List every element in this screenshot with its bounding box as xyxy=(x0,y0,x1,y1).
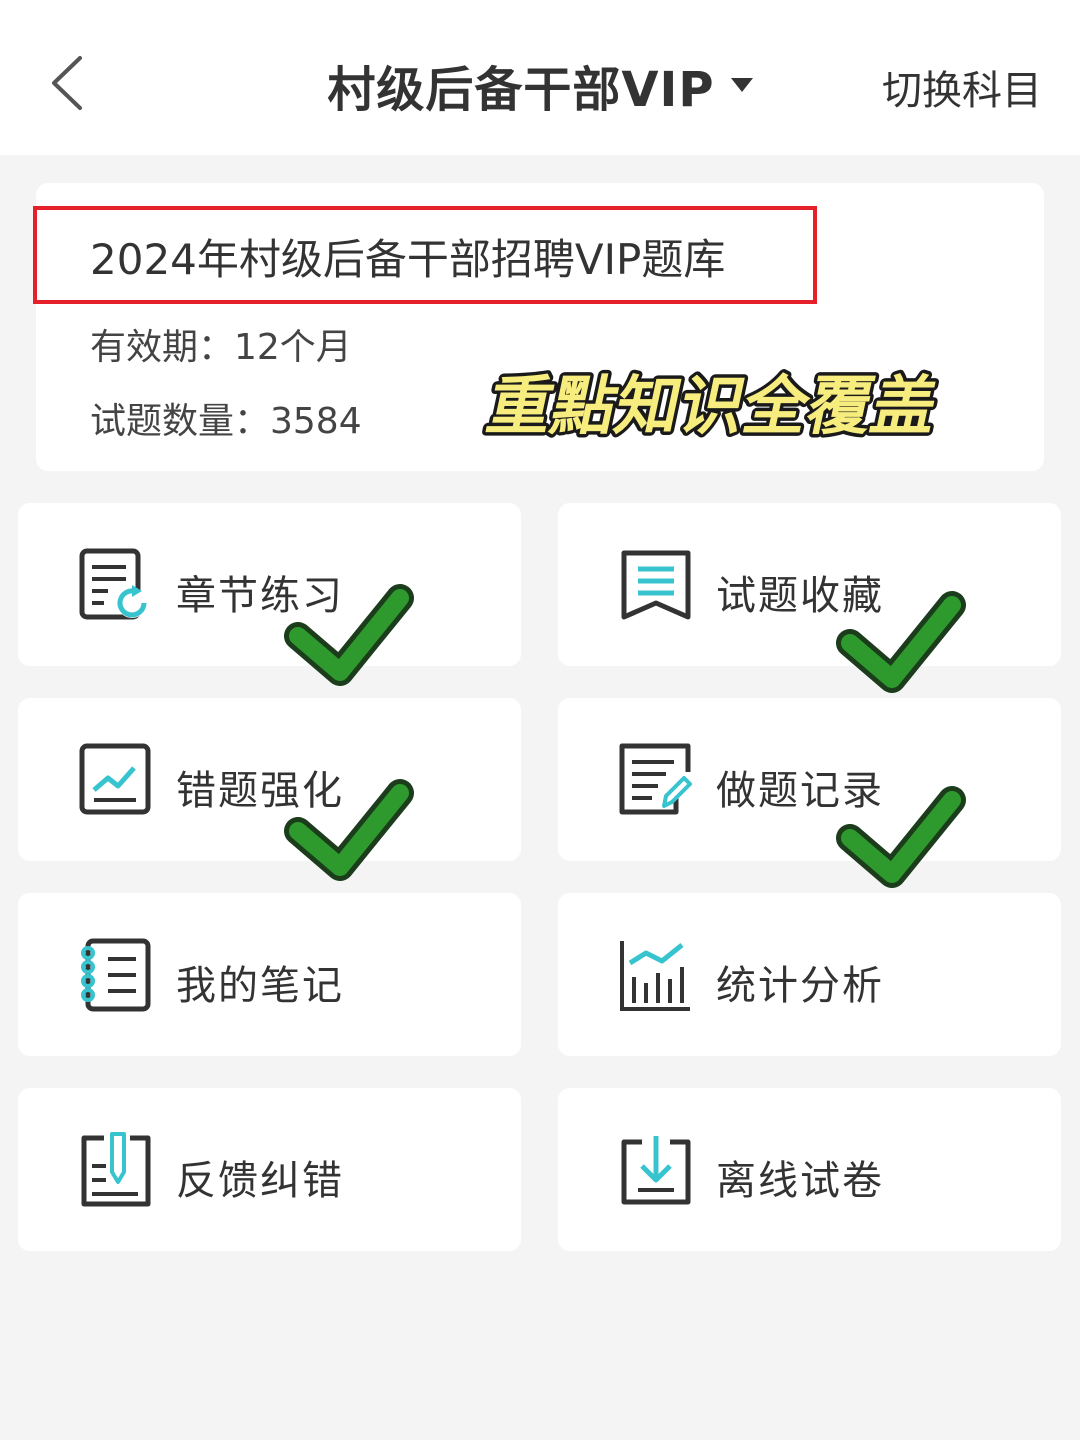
menu-card-wrong-questions[interactable]: 错题强化 xyxy=(18,698,521,861)
menu-card-feedback[interactable]: 反馈纠错 xyxy=(18,1088,521,1251)
menu-label: 做题记录 xyxy=(716,768,884,814)
subject-title-dropdown[interactable]: 村级后备干部VIP xyxy=(300,50,780,120)
menu-label: 离线试卷 xyxy=(716,1158,884,1204)
bar-chart-icon xyxy=(620,941,690,1011)
edit-record-icon xyxy=(619,743,692,815)
promo-stamp-text: 重點知识全覆盖 xyxy=(481,370,945,444)
menu-label: 统计分析 xyxy=(716,963,884,1009)
chevron-left-icon xyxy=(52,56,82,110)
menu-label: 我的笔记 xyxy=(176,963,344,1009)
question-bank-title: 2024年村级后备干部招聘VIP题库 xyxy=(90,235,726,284)
question-count: 试题数量：3584 xyxy=(90,401,362,442)
feedback-icon xyxy=(81,1132,151,1207)
notebook-icon xyxy=(81,938,151,1012)
top-bar: 村级后备干部VIP 切换科目 xyxy=(0,0,1080,155)
menu-card-bookmarks[interactable]: 试题收藏 xyxy=(558,503,1061,666)
menu-card-statistics[interactable]: 统计分析 xyxy=(558,893,1061,1056)
page-title: 村级后备干部VIP xyxy=(327,62,715,118)
menu-label: 试题收藏 xyxy=(716,573,884,619)
promo-stamp: 重點知识全覆盖 xyxy=(477,366,948,447)
chapter-practice-icon xyxy=(79,548,147,620)
menu-card-practice-records[interactable]: 做题记录 xyxy=(558,698,1061,861)
switch-subject-button[interactable]: 切换科目 xyxy=(882,58,1042,116)
bookmark-icon xyxy=(621,550,691,620)
menu-label: 章节练习 xyxy=(176,573,344,619)
validity-period: 有效期：12个月 xyxy=(90,327,352,368)
menu-label: 错题强化 xyxy=(176,768,344,814)
menu-card-offline-papers[interactable]: 离线试卷 xyxy=(558,1088,1061,1251)
menu-label: 反馈纠错 xyxy=(176,1158,344,1204)
download-icon xyxy=(621,1136,691,1205)
menu-card-my-notes[interactable]: 我的笔记 xyxy=(18,893,521,1056)
menu-card-chapter-practice[interactable]: 章节练习 xyxy=(18,503,521,666)
trend-chart-icon xyxy=(79,743,151,815)
caret-down-icon xyxy=(730,78,753,92)
back-button[interactable] xyxy=(40,50,100,116)
